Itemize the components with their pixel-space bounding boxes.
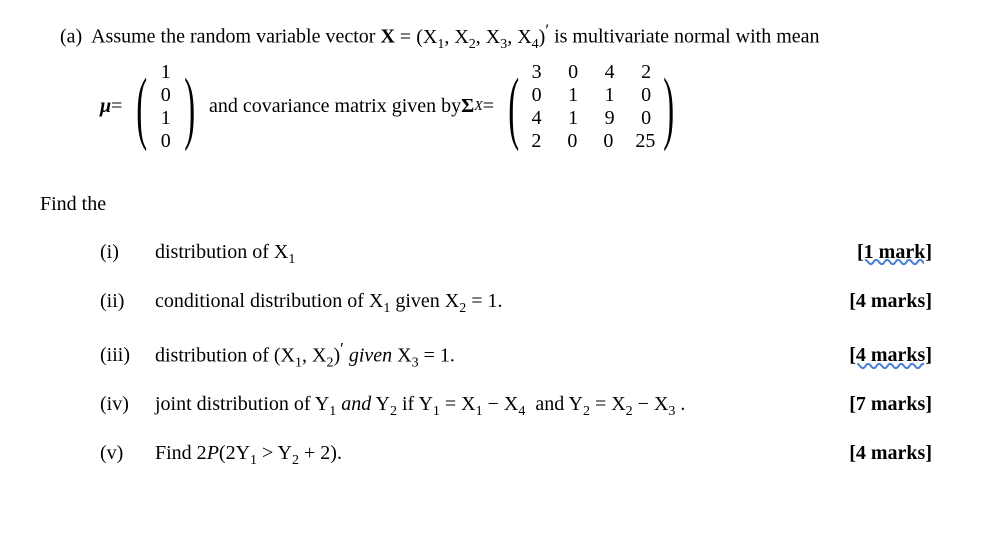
find-the-heading: Find the	[40, 193, 942, 216]
item-v-text: Find 2P(2Y1 > Y2 + 2).	[155, 442, 849, 469]
roman-i: (i)	[100, 241, 155, 264]
marks-ii: [4 marks]	[849, 290, 932, 313]
item-v: (v) Find 2P(2Y1 > Y2 + 2). [4 marks]	[100, 442, 942, 469]
item-i: (i) distribution of X1 [1 mark]	[100, 241, 942, 268]
roman-ii: (ii)	[100, 290, 155, 313]
roman-iii: (iii)	[100, 344, 155, 367]
and-text: and covariance matrix given by	[209, 95, 461, 118]
x-def-rest: = (X1, X2, X3, X4)′	[395, 26, 549, 48]
mu-eq: =	[111, 95, 122, 118]
item-i-text: distribution of X1	[155, 241, 857, 268]
sigma-label: Σ	[461, 95, 474, 118]
mu-vector: ( 1 0 1 0 )	[128, 61, 203, 153]
item-iii: (iii) distribution of (X1, X2)′ given X3…	[100, 339, 942, 372]
marks-v: [4 marks]	[849, 442, 932, 465]
cov-matrix: ( 3 0 4 2 0 1 1 0 4 1 9 0 2 0	[500, 61, 683, 153]
item-iv-text: joint distribution of Y1 and Y2 if Y1 = …	[155, 393, 849, 420]
roman-v: (v)	[100, 442, 155, 465]
marks-iv: [7 marks]	[849, 393, 932, 416]
mu-label: μ	[100, 95, 111, 118]
item-ii: (ii) conditional distribution of X1 give…	[100, 290, 942, 317]
item-ii-text: conditional distribution of X1 given X2 …	[155, 290, 849, 317]
item-iii-text: distribution of (X1, X2)′ given X3 = 1.	[155, 339, 849, 372]
problem-intro: (a) Assume the random variable vector X …	[60, 20, 942, 53]
intro-text-1: Assume the random variable vector	[91, 26, 380, 48]
intro-text-2: is multivariate normal with mean	[554, 26, 820, 48]
marks-iii: [4 marks]	[849, 344, 932, 367]
x-vector-def: X	[380, 26, 394, 48]
sigma-sub: X	[474, 99, 483, 115]
eq-text: =	[483, 95, 494, 118]
part-label: (a)	[60, 26, 82, 48]
mu-sigma-line: μ = ( 1 0 1 0 ) and covariance matrix gi…	[100, 61, 942, 153]
item-iv: (iv) joint distribution of Y1 and Y2 if …	[100, 393, 942, 420]
roman-iv: (iv)	[100, 393, 155, 416]
marks-i: [1 mark]	[857, 241, 932, 264]
